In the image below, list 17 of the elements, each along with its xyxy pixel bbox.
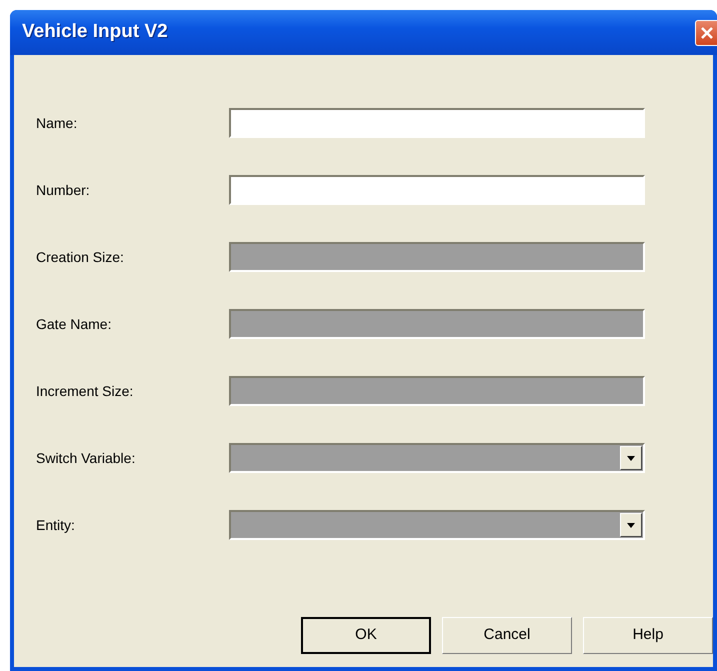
field-label: Creation Size: xyxy=(36,248,125,266)
window-title: Vehicle Input V2 xyxy=(22,20,168,44)
close-icon xyxy=(700,26,714,40)
field-label: Name: xyxy=(36,114,78,132)
dropdown-arrow-icon xyxy=(627,522,635,528)
field-label: Number: xyxy=(36,180,91,200)
dropdown-arrow-icon xyxy=(627,456,635,460)
dialog-button[interactable]: OK xyxy=(301,617,431,654)
field-label: Entity: xyxy=(36,516,76,535)
input-field[interactable] xyxy=(229,175,645,205)
close-button[interactable] xyxy=(695,20,717,46)
field-label: Increment Size: xyxy=(36,382,134,400)
dialog-button[interactable]: Cancel xyxy=(442,617,572,654)
dialog-button[interactable]: Help xyxy=(583,617,713,654)
input-field[interactable] xyxy=(229,108,645,138)
field-label: Switch Variable: xyxy=(36,448,136,468)
field-label: Gate Name: xyxy=(36,314,112,334)
